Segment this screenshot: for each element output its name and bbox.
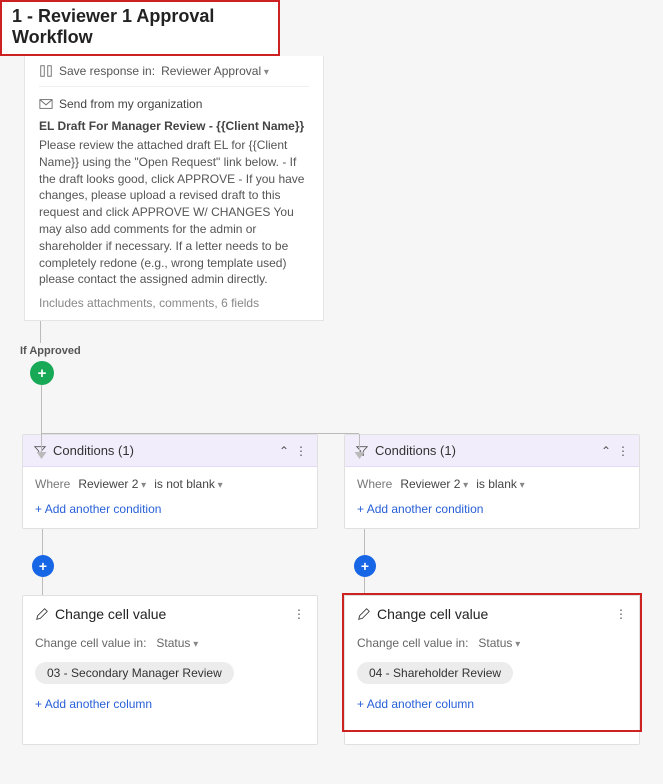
request-card: Save response in: Reviewer Approval Send… xyxy=(24,56,324,321)
condition-field[interactable]: Reviewer 2 xyxy=(78,477,146,491)
envelope-icon xyxy=(39,97,53,111)
send-from-label: Send from my organization xyxy=(59,97,202,111)
save-response-value[interactable]: Reviewer Approval xyxy=(161,64,269,78)
action-title: Change cell value xyxy=(55,606,166,622)
action-title: Change cell value xyxy=(377,606,488,622)
chevron-down-icon xyxy=(355,452,365,459)
collapse-icon[interactable]: ⌃ xyxy=(601,444,611,458)
condition-field[interactable]: Reviewer 2 xyxy=(400,477,468,491)
change-cell-label: Change cell value in: xyxy=(35,636,146,650)
condition-operator[interactable]: is blank xyxy=(476,477,525,491)
branch-left: Conditions (1) ⌃ ⋮ Where Reviewer 2 is n… xyxy=(22,434,318,745)
change-cell-field[interactable]: Status xyxy=(156,636,198,650)
connector-line xyxy=(40,321,663,343)
pencil-icon xyxy=(357,607,371,621)
more-icon[interactable]: ⋮ xyxy=(615,607,627,621)
where-label: Where xyxy=(357,477,392,491)
change-cell-label: Change cell value in: xyxy=(357,636,468,650)
conditions-title: Conditions (1) xyxy=(375,443,456,458)
pencil-icon xyxy=(35,607,49,621)
workflow-title: 1 - Reviewer 1 Approval Workflow xyxy=(0,0,280,56)
card-meta: Includes attachments, comments, 6 fields xyxy=(39,296,309,310)
change-cell-field[interactable]: Status xyxy=(478,636,520,650)
add-step-button[interactable]: + xyxy=(354,555,376,577)
email-body: Please review the attached draft EL for … xyxy=(39,137,309,288)
connector-line xyxy=(42,577,318,595)
add-column-link[interactable]: Add another column xyxy=(35,697,152,711)
where-label: Where xyxy=(35,477,70,491)
add-condition-link[interactable]: Add another condition xyxy=(35,502,161,516)
status-chip[interactable]: 03 - Secondary Manager Review xyxy=(35,662,234,684)
more-icon[interactable]: ⋮ xyxy=(293,607,305,621)
connector-split xyxy=(41,433,359,434)
add-condition-link[interactable]: Add another condition xyxy=(357,502,483,516)
conditions-card[interactable]: Conditions (1) ⌃ ⋮ Where Reviewer 2 is b… xyxy=(344,434,640,529)
connector-line xyxy=(42,529,318,555)
change-cell-card[interactable]: Change cell value ⋮ Change cell value in… xyxy=(22,595,318,745)
change-cell-card[interactable]: Change cell value ⋮ Change cell value in… xyxy=(344,595,640,745)
save-response-icon xyxy=(39,64,53,78)
connector-line xyxy=(364,529,640,555)
chevron-down-icon xyxy=(37,452,47,459)
add-branch-button[interactable]: + xyxy=(30,361,54,385)
connector-line xyxy=(41,385,663,433)
branch-label: If Approved xyxy=(20,345,663,357)
condition-operator[interactable]: is not blank xyxy=(154,477,223,491)
conditions-card[interactable]: Conditions (1) ⌃ ⋮ Where Reviewer 2 is n… xyxy=(22,434,318,529)
conditions-title: Conditions (1) xyxy=(53,443,134,458)
add-column-link[interactable]: Add another column xyxy=(357,697,474,711)
more-icon[interactable]: ⋮ xyxy=(617,444,629,458)
status-chip[interactable]: 04 - Shareholder Review xyxy=(357,662,513,684)
save-response-label: Save response in: xyxy=(59,64,155,78)
email-subject: EL Draft For Manager Review - {{Client N… xyxy=(39,119,309,133)
collapse-icon[interactable]: ⌃ xyxy=(279,444,289,458)
more-icon[interactable]: ⋮ xyxy=(295,444,307,458)
add-step-button[interactable]: + xyxy=(32,555,54,577)
branch-right: Conditions (1) ⌃ ⋮ Where Reviewer 2 is b… xyxy=(344,434,640,745)
connector-line xyxy=(364,577,640,595)
